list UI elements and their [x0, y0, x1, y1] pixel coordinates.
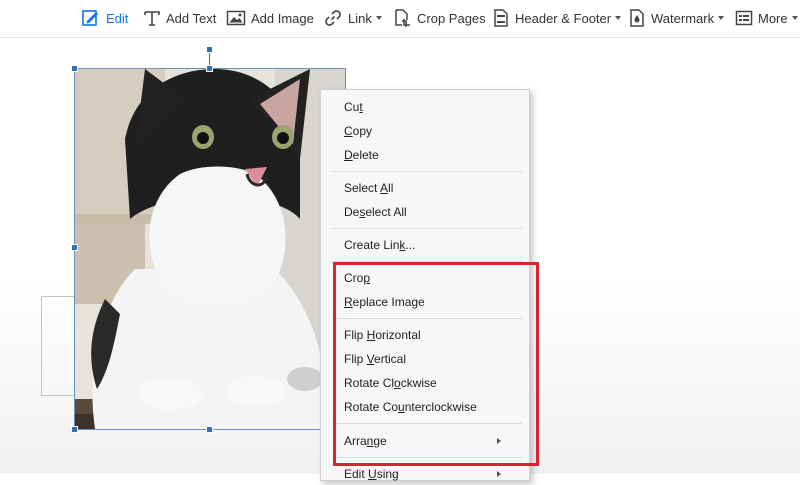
menu-item-label: Cu	[344, 100, 360, 114]
menu-item-accelerator: D	[344, 148, 353, 162]
menu-item-label: ...	[405, 238, 416, 252]
menu-item-accelerator: A	[380, 181, 389, 195]
more-label: More	[758, 10, 788, 26]
add-text-label: Add Text	[166, 10, 217, 26]
resize-handle-bottom-left[interactable]	[71, 426, 78, 433]
crop-icon	[395, 9, 410, 27]
menu-item-label: De	[344, 205, 360, 219]
chevron-down-icon	[615, 16, 622, 20]
add-image-button[interactable]: Add Image	[226, 5, 314, 31]
rotation-handle[interactable]	[206, 46, 213, 53]
menu-item-accelerator: U	[368, 467, 377, 481]
menu-item-label: sing	[376, 467, 399, 481]
menu-item-copy[interactable]: Copy	[321, 120, 529, 142]
add-text-button[interactable]: Add Text	[143, 5, 216, 31]
menu-item-create-link[interactable]: Create Link...	[321, 234, 529, 256]
link-icon	[325, 10, 341, 26]
more-button[interactable]: More	[735, 5, 798, 31]
menu-item-label: ll	[388, 181, 394, 195]
menu-item-label: Select	[344, 181, 381, 195]
watermark-icon	[630, 9, 644, 27]
menu-item-edit-using[interactable]: Edit Using	[321, 463, 529, 485]
menu-separator	[332, 228, 522, 229]
watermark-label: Watermark	[651, 10, 715, 26]
chevron-down-icon	[718, 16, 725, 20]
edit-toolbar: Edit Add Text Add Image Link Crop Pages	[0, 0, 800, 38]
chevron-down-icon	[791, 16, 798, 20]
menu-item-label: Edit	[344, 467, 369, 481]
link-label: Link	[348, 10, 372, 26]
resize-handle-top[interactable]	[206, 65, 213, 72]
menu-item-cut[interactable]: Cut	[321, 96, 529, 118]
resize-handle-left[interactable]	[71, 244, 78, 251]
menu-item-deselect-all[interactable]: Deselect All	[321, 201, 529, 223]
cat-photo	[75, 69, 345, 429]
menu-item-label: opy	[352, 124, 373, 138]
annotation-highlight-box	[333, 262, 539, 466]
resize-handle-bottom[interactable]	[206, 426, 213, 433]
header-footer-icon	[494, 9, 508, 27]
header-footer-label: Header & Footer	[515, 10, 612, 26]
more-icon	[735, 10, 753, 26]
add-image-label: Add Image	[251, 10, 314, 26]
submenu-arrow-icon	[497, 471, 501, 477]
crop-pages-button[interactable]: Crop Pages	[392, 5, 486, 31]
menu-item-label: elete	[352, 148, 379, 162]
edit-button[interactable]: Edit	[81, 5, 128, 31]
menu-item-select-all[interactable]: Select All	[321, 177, 529, 199]
crop-pages-label: Crop Pages	[417, 10, 486, 26]
selected-image[interactable]	[74, 68, 346, 430]
header-footer-button[interactable]: Header & Footer	[492, 5, 622, 31]
chevron-down-icon	[375, 16, 382, 20]
edit-icon	[82, 10, 98, 26]
edit-label: Edit	[106, 10, 129, 26]
menu-separator	[332, 171, 522, 172]
resize-handle-top-left[interactable]	[71, 65, 78, 72]
menu-item-delete[interactable]: Delete	[321, 144, 529, 166]
text-icon	[144, 11, 160, 26]
menu-item-label: elect All	[365, 205, 407, 219]
menu-item-accelerator: t	[359, 100, 363, 114]
image-icon	[226, 10, 246, 26]
link-button[interactable]: Link	[323, 5, 382, 31]
menu-item-accelerator: C	[344, 124, 353, 138]
watermark-button[interactable]: Watermark	[628, 5, 725, 31]
menu-item-label: Create Lin	[344, 238, 400, 252]
